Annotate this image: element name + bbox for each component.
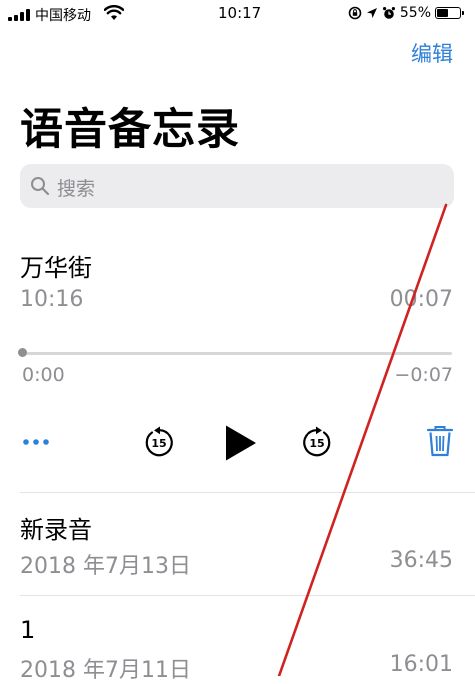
skip-forward-15-button[interactable]: 15 bbox=[301, 426, 333, 458]
list-item-duration: 36:45 bbox=[389, 548, 453, 573]
list-item-duration: 16:01 bbox=[389, 652, 453, 677]
carrier-name: 中国移动 bbox=[35, 8, 91, 24]
playback-scrubber[interactable] bbox=[22, 352, 452, 355]
list-item-date: 2018 年7月11日 bbox=[20, 658, 191, 683]
page-title: 语音备忘录 bbox=[20, 105, 240, 155]
skip-forward-label: 15 bbox=[309, 437, 324, 450]
play-icon[interactable] bbox=[224, 424, 258, 462]
edit-button[interactable]: 编辑 bbox=[411, 38, 453, 68]
list-item[interactable]: 新录音 2018 年7月13日 36:45 bbox=[0, 493, 475, 595]
wifi-icon bbox=[104, 5, 124, 20]
list-item-title: 新录音 bbox=[20, 516, 92, 544]
battery-percentage: 55% bbox=[399, 5, 431, 21]
status-time: 10:17 bbox=[218, 4, 262, 22]
search-placeholder: 搜索 bbox=[57, 178, 96, 200]
skip-back-15-button[interactable]: 15 bbox=[143, 426, 175, 458]
recording-duration: 00:07 bbox=[389, 287, 453, 312]
trash-icon[interactable] bbox=[427, 425, 453, 457]
list-item-date: 2018 年7月13日 bbox=[20, 554, 191, 579]
search-field[interactable]: 搜索 bbox=[20, 164, 454, 208]
location-arrow-icon bbox=[366, 8, 377, 18]
remaining-time: −0:07 bbox=[394, 364, 453, 386]
list-item-title: 1 bbox=[20, 616, 36, 644]
alarm-clock-icon bbox=[382, 7, 395, 19]
cellular-signal-icon bbox=[8, 9, 32, 21]
search-icon bbox=[31, 177, 50, 196]
list-item[interactable]: 1 2018 年7月11日 16:01 bbox=[0, 596, 475, 683]
scrubber-handle[interactable] bbox=[18, 348, 27, 357]
elapsed-time: 0:00 bbox=[22, 364, 65, 386]
rewind-icon: 15 bbox=[145, 426, 173, 457]
battery-icon bbox=[435, 7, 464, 19]
recording-title[interactable]: 万华街 bbox=[20, 248, 92, 283]
skip-back-label: 15 bbox=[151, 437, 166, 450]
status-bar: 中国移动 10:17 55% bbox=[0, 0, 475, 28]
fast-forward-icon: 15 bbox=[303, 426, 331, 457]
more-options-icon[interactable] bbox=[22, 432, 50, 452]
recording-time: 10:16 bbox=[20, 287, 84, 312]
rotation-lock-icon bbox=[348, 6, 362, 20]
